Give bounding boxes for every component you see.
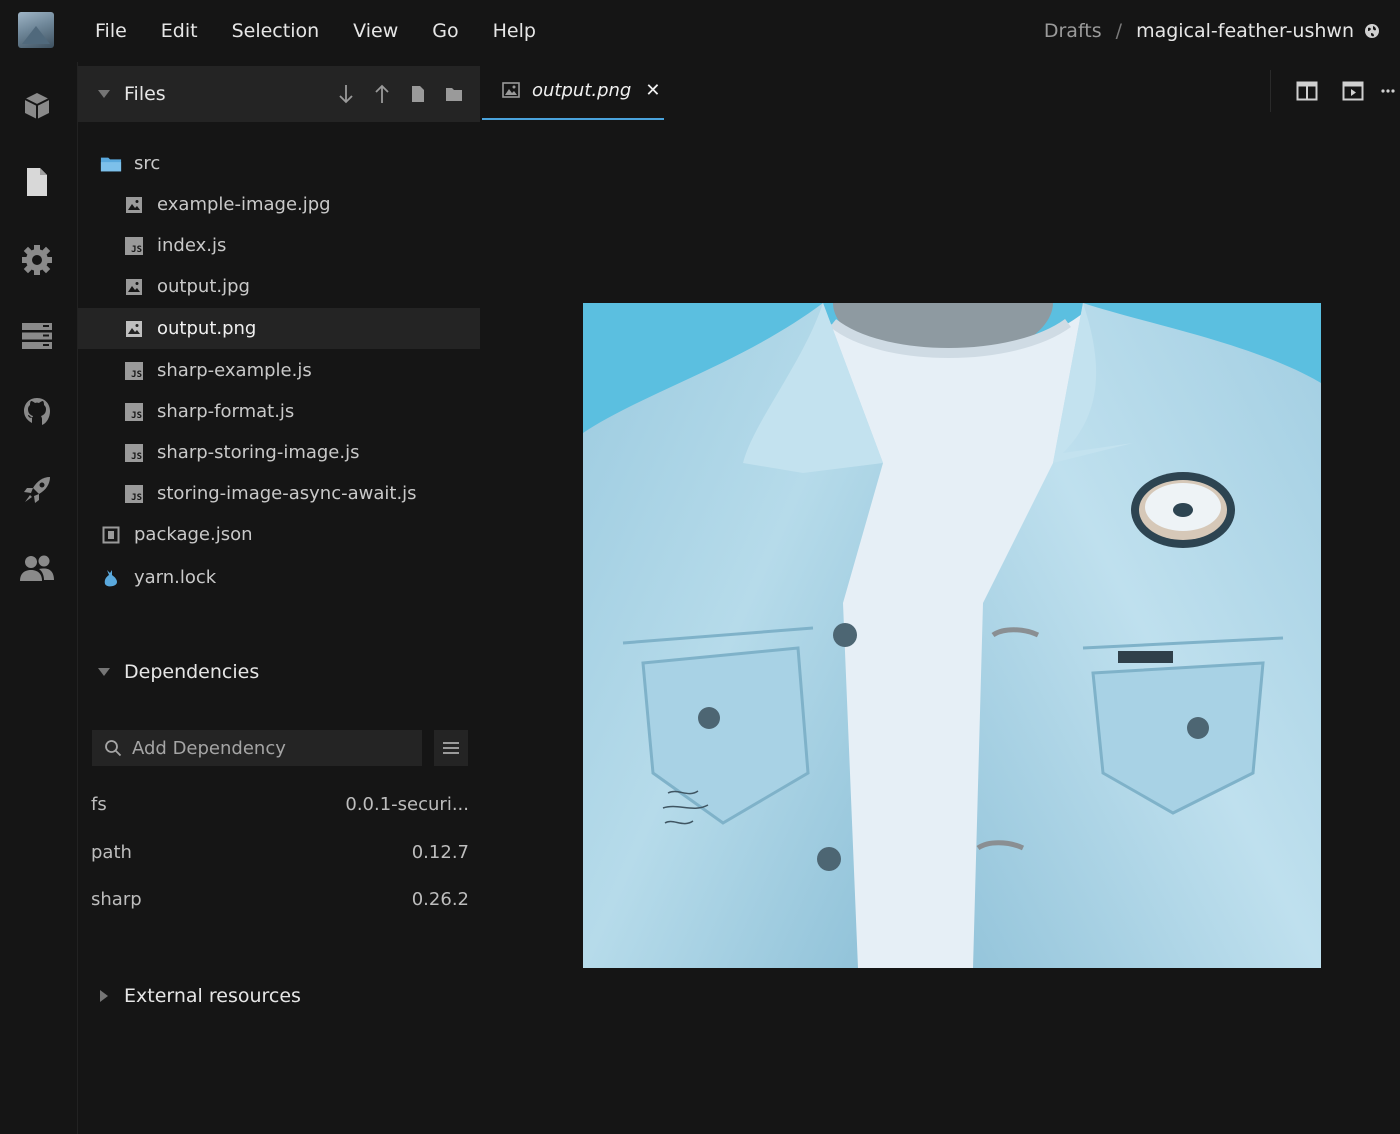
tree-item-label: sharp-example.js	[157, 360, 312, 381]
caret-right-icon	[100, 990, 108, 1002]
gear-icon[interactable]	[19, 242, 55, 278]
external-resources-header[interactable]: External resources	[78, 968, 480, 1024]
add-dependency-input[interactable]: Add Dependency	[92, 730, 422, 766]
preview-icon[interactable]	[1330, 73, 1376, 109]
tree-item-label: package.json	[134, 524, 253, 545]
json-file-icon	[100, 524, 122, 546]
image-preview	[583, 303, 1321, 968]
divider	[1270, 70, 1271, 112]
tree-item-label: storing-image-async-await.js	[157, 483, 417, 504]
js-file-icon: JS	[123, 442, 145, 464]
activity-bar	[0, 62, 78, 1134]
cube-icon[interactable]	[19, 88, 55, 124]
menu-bar: File Edit Selection View Go Help	[78, 0, 553, 62]
rocket-icon[interactable]	[19, 472, 55, 508]
tab-label: output.png	[532, 79, 632, 101]
dependency-version: 0.26.2	[411, 888, 469, 910]
dependency-row-path[interactable]: path 0.12.7	[91, 837, 469, 867]
dependency-list-icon[interactable]	[434, 730, 468, 766]
tree-file-sharp-format[interactable]: JS sharp-format.js	[78, 391, 480, 432]
breadcrumb-separator: /	[1115, 20, 1123, 42]
editor-tab-bar: output.png ✕	[480, 62, 1400, 120]
sidebar: Files src example-image.jpg JS index.js …	[78, 62, 480, 1134]
caret-down-icon	[98, 668, 110, 676]
image-file-icon	[123, 318, 145, 340]
new-folder-icon[interactable]	[436, 76, 472, 112]
tree-item-label: sharp-storing-image.js	[157, 442, 360, 463]
tree-file-output-jpg[interactable]: output.jpg	[78, 266, 480, 307]
top-bar: File Edit Selection View Go Help Drafts …	[0, 0, 1400, 62]
file-icon[interactable]	[19, 164, 55, 200]
tree-item-label: example-image.jpg	[157, 194, 331, 215]
image-file-icon	[502, 82, 520, 98]
tree-item-label: index.js	[157, 235, 227, 256]
sandbox-name[interactable]: magical-feather-ushwn	[1136, 20, 1354, 42]
tree-file-example-image[interactable]: example-image.jpg	[78, 184, 480, 225]
search-icon	[105, 740, 122, 757]
dependency-row-fs[interactable]: fs 0.0.1-securi...	[91, 789, 469, 819]
caret-down-icon	[98, 90, 110, 98]
image-file-icon	[123, 276, 145, 298]
js-file-icon: JS	[123, 360, 145, 382]
files-actions	[328, 66, 472, 122]
breadcrumb: Drafts / magical-feather-ushwn	[1044, 0, 1380, 62]
menu-edit[interactable]: Edit	[144, 20, 215, 42]
dependency-version: 0.12.7	[411, 841, 469, 863]
tree-file-output-png[interactable]: output.png	[78, 308, 480, 349]
folder-icon	[100, 153, 122, 175]
tree-item-label: sharp-format.js	[157, 401, 295, 422]
dependency-version: 0.0.1-securi...	[345, 793, 469, 815]
menu-file[interactable]: File	[78, 20, 144, 42]
menu-view[interactable]: View	[336, 20, 415, 42]
tree-file-storing-image-async-await[interactable]: JS storing-image-async-await.js	[78, 473, 480, 514]
menu-selection[interactable]: Selection	[215, 20, 337, 42]
new-file-icon[interactable]	[400, 76, 436, 112]
files-title: Files	[124, 83, 166, 105]
upload-icon[interactable]	[364, 76, 400, 112]
users-icon[interactable]	[19, 550, 55, 586]
close-icon[interactable]: ✕	[645, 80, 660, 101]
editor-area	[480, 120, 1400, 1134]
external-resources-title: External resources	[124, 985, 301, 1007]
download-icon[interactable]	[328, 76, 364, 112]
image-file-icon	[123, 194, 145, 216]
tree-file-yarn-lock[interactable]: yarn.lock	[78, 557, 480, 598]
editor-actions	[1284, 62, 1400, 120]
tab-output-png[interactable]: output.png ✕	[482, 62, 664, 120]
tree-item-label: output.png	[157, 318, 257, 339]
split-view-icon[interactable]	[1284, 73, 1330, 109]
js-file-icon: JS	[123, 483, 145, 505]
tree-file-package-json[interactable]: package.json	[78, 514, 480, 555]
breadcrumb-folder[interactable]: Drafts	[1044, 20, 1102, 42]
tree-file-sharp-example[interactable]: JS sharp-example.js	[78, 350, 480, 391]
menu-help[interactable]: Help	[476, 20, 553, 42]
more-options-icon[interactable]	[1376, 73, 1400, 109]
tree-folder-src[interactable]: src	[78, 143, 480, 184]
dependencies-section-header[interactable]: Dependencies	[78, 644, 480, 700]
server-icon[interactable]	[19, 318, 55, 354]
yarn-cat-icon	[100, 567, 122, 589]
tree-file-index-js[interactable]: JS index.js	[78, 225, 480, 266]
dependency-row-sharp[interactable]: sharp 0.26.2	[91, 884, 469, 914]
menu-go[interactable]: Go	[415, 20, 475, 42]
denim-jacket-image	[583, 303, 1321, 968]
globe-icon	[1365, 24, 1379, 38]
tree-item-label: src	[134, 153, 161, 174]
files-section-header[interactable]: Files	[78, 66, 480, 122]
dependencies-title: Dependencies	[124, 661, 260, 683]
js-file-icon: JS	[123, 401, 145, 423]
avatar-icon[interactable]	[18, 12, 54, 48]
dependency-name: sharp	[91, 888, 142, 910]
tree-file-sharp-storing-image[interactable]: JS sharp-storing-image.js	[78, 432, 480, 473]
dependency-name: fs	[91, 793, 107, 815]
add-dependency-placeholder: Add Dependency	[132, 737, 286, 759]
js-file-icon: JS	[123, 235, 145, 257]
tree-item-label: yarn.lock	[134, 567, 217, 588]
tree-item-label: output.jpg	[157, 276, 250, 297]
dependency-name: path	[91, 841, 132, 863]
github-icon[interactable]	[19, 394, 55, 430]
